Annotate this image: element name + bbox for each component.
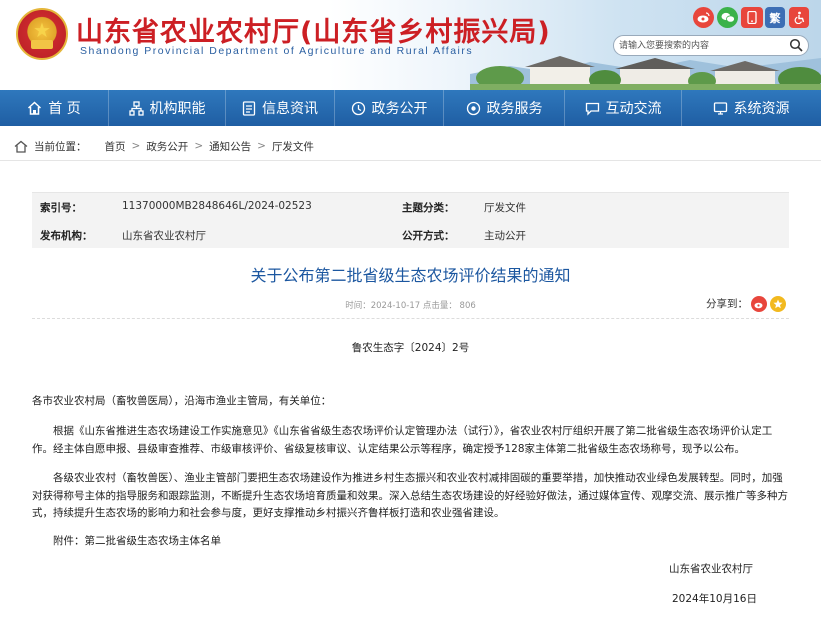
share-qzone-icon[interactable] [770,296,786,312]
divider [32,318,789,319]
issuer-label: 发布机构： [40,230,93,242]
chat-icon [585,102,599,116]
nav-item-interaction[interactable]: 互动交流 [565,90,681,126]
header-scenery [470,56,821,90]
nav-label-organization: 机构职能 [149,101,206,117]
weibo-icon[interactable] [693,7,714,28]
org-icon [128,100,144,116]
signature: 山东省农业农村厅 [669,563,753,575]
article-title: 关于公布第二批省级生态农场评价结果的通知 [250,266,571,285]
nav-label-system-resources: 系统资源 [733,101,790,117]
attachment-link[interactable]: 附件：第二批省级生态农场主体名单 [32,533,792,551]
nav-item-home[interactable]: 首 页 [0,90,108,126]
service-icon [466,101,480,115]
share-weibo-icon[interactable] [751,296,767,312]
search-box [613,35,809,56]
main-nav: 首 页 机构职能 信息资讯 政务公开 政务服务 互动交流 系统资源 [0,90,821,126]
accessibility-icon[interactable] [789,7,809,28]
site-title[interactable]: 山东省农业农村厅(山东省乡村振兴局) [76,10,551,49]
breadcrumb-separator: > [257,140,266,152]
index-label: 索引号： [40,202,82,214]
nav-label-gov-affairs-open: 政务公开 [371,101,428,117]
publish-mode-value: 主动公开 [484,230,526,242]
document-icon [242,100,256,116]
article-meta: 时间：2024-10-17 点击量： 806 [345,301,476,311]
nav-label-home: 首 页 [48,101,81,117]
national-emblem-icon[interactable]: ★ [16,8,68,60]
site-title-english: Shandong Provincial Department of Agricu… [80,45,474,57]
traditional-chinese-toggle[interactable]: 繁 [765,7,785,28]
system-icon [713,101,727,115]
issue-date: 2024年10月16日 [672,593,757,605]
nav-item-gov-affairs-open[interactable]: 政务公开 [335,90,443,126]
search-icon[interactable] [789,38,803,52]
search-input[interactable] [614,36,782,55]
divider [0,160,821,161]
issuer-value: 山东省农业农村厅 [122,230,206,242]
breadcrumb-home[interactable]: 首页 [105,139,126,154]
category-label: 主题分类： [402,202,455,214]
paragraph: 根据《山东省推进生态农场建设工作实施意见》《山东省省级生态农场评价认定管理办法（… [32,425,773,455]
paragraph: 各级农业农村（畜牧兽医）、渔业主管部门要把生态农场建设作为推进乡村生态振兴和农业… [32,472,788,519]
location-home-icon [14,140,28,153]
category-value: 厅发文件 [484,202,526,214]
site-header: ★ 山东省农业农村厅(山东省乡村振兴局) Shandong Provincial… [0,0,821,90]
breadcrumb-dept-docs[interactable]: 厅发文件 [272,139,314,154]
nav-item-system-resources[interactable]: 系统资源 [682,90,820,126]
addressee: 各市农业农村局（畜牧兽医局），沿海市渔业主管局，有关单位： [32,395,332,407]
nav-label-interaction: 互动交流 [605,101,662,117]
document-number: 鲁农生态字〔2024〕2号 [351,342,470,354]
breadcrumb-separator: > [194,140,204,152]
index-value: 11370000MB2848646L/2024-02523 [122,200,312,212]
home-icon [28,100,42,115]
wechat-icon[interactable] [717,7,738,28]
breadcrumb-separator: > [131,140,141,152]
nav-label-news: 信息资讯 [262,101,318,117]
publish-mode-label: 公开方式： [402,230,455,242]
nav-label-gov-service: 政务服务 [486,101,543,117]
breadcrumb-prefix: 当前位置： [34,140,87,153]
breadcrumb: 当前位置： 首页 > 政务公开 > 通知公告 > 厅发文件 [14,138,320,154]
nav-item-news[interactable]: 信息资讯 [226,90,334,126]
nav-item-gov-service[interactable]: 政务服务 [444,90,564,126]
document-info-table: 索引号： 11370000MB2848646L/2024-02523 主题分类：… [32,192,789,248]
share-label: 分享到： [706,298,748,310]
mobile-app-icon[interactable] [741,7,763,28]
breadcrumb-gov-affairs[interactable]: 政务公开 [146,139,188,154]
open-icon [351,101,365,115]
breadcrumb-notices[interactable]: 通知公告 [209,139,251,154]
nav-item-organization[interactable]: 机构职能 [109,90,225,126]
